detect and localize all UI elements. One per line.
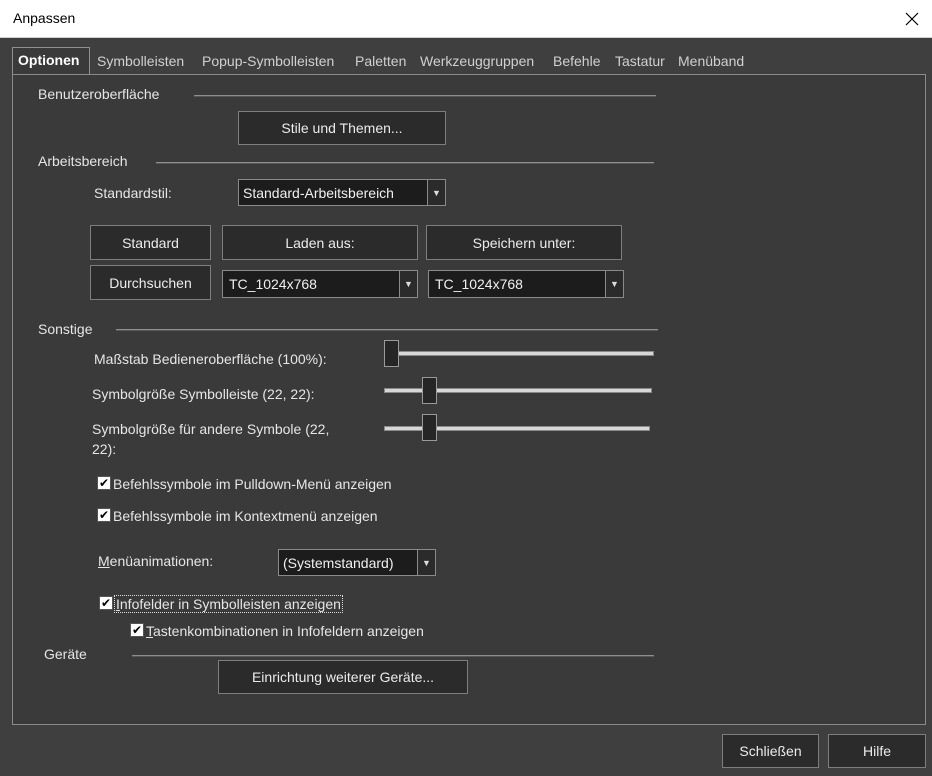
other-icon-size-label-line1: Symbolgröße für andere Symbole (22, xyxy=(92,421,330,437)
tab-befehle[interactable]: Befehle xyxy=(553,52,600,74)
section-label-workspace: Arbeitsbereich xyxy=(38,153,128,169)
chevron-down-icon[interactable]: ▼ xyxy=(417,550,435,575)
close-button[interactable] xyxy=(892,0,932,38)
load-from-button[interactable]: Laden aus: xyxy=(222,225,418,260)
load-from-select[interactable]: TC_1024x768 ▼ xyxy=(222,270,418,298)
section-label-misc: Sonstige xyxy=(38,321,93,337)
tooltips-checkbox[interactable]: ✔ xyxy=(99,596,113,610)
pulldown-icons-checkbox[interactable]: ✔ xyxy=(97,476,111,490)
window-title: Anpassen xyxy=(13,10,76,26)
tab-popup-symbolleisten[interactable]: Popup-Symbolleisten xyxy=(202,52,334,74)
tab-tastatur[interactable]: Tastatur xyxy=(615,52,665,74)
load-from-value: TC_1024x768 xyxy=(229,276,317,292)
pulldown-icons-label: Befehlssymbole im Pulldown-Menü anzeigen xyxy=(113,476,392,492)
save-as-select[interactable]: TC_1024x768 ▼ xyxy=(428,270,624,298)
save-as-value: TC_1024x768 xyxy=(435,276,523,292)
menu-animations-label: Menüanimationen: xyxy=(98,553,214,569)
other-icon-slider-thumb[interactable] xyxy=(421,414,437,441)
scale-label: Maßstab Bedieneroberfläche (100%): xyxy=(94,351,327,367)
toolbar-icon-size-label: Symbolgröße Symbolleiste (22, 22): xyxy=(92,386,315,402)
context-icons-checkbox[interactable]: ✔ xyxy=(97,508,111,522)
default-style-value: Standard-Arbeitsbereich xyxy=(243,184,394,201)
help-button[interactable]: Hilfe xyxy=(828,734,926,768)
default-style-label: Standardstil: xyxy=(94,185,172,201)
shortcuts-checkbox[interactable]: ✔ xyxy=(130,623,144,637)
tooltips-label: Infofelder in Symbolleisten anzeigen xyxy=(114,595,343,613)
standard-button[interactable]: Standard xyxy=(90,225,211,260)
device-setup-button[interactable]: Einrichtung weiterer Geräte... xyxy=(218,660,468,694)
styles-themes-button[interactable]: Stile und Themen... xyxy=(238,111,446,145)
context-icons-label: Befehlssymbole im Kontextmenü anzeigen xyxy=(113,508,378,524)
close-icon xyxy=(905,12,919,26)
save-as-button[interactable]: Speichern unter: xyxy=(426,225,622,260)
separator xyxy=(156,162,654,164)
default-style-select[interactable]: Standard-Arbeitsbereich ▼ xyxy=(238,179,446,206)
title-bar xyxy=(0,0,932,38)
tab-menueband[interactable]: Menüband xyxy=(678,52,744,74)
separator xyxy=(194,95,656,97)
browse-button[interactable]: Durchsuchen xyxy=(90,265,211,300)
menu-animations-select[interactable]: (Systemstandard) ▼ xyxy=(278,549,436,576)
tab-werkzeuggruppen[interactable]: Werkzeuggruppen xyxy=(420,52,534,74)
section-label-ui: Benutzeroberfläche xyxy=(38,86,160,102)
chevron-down-icon[interactable]: ▼ xyxy=(399,271,417,297)
shortcuts-label: Tastenkombinationen in Infofeldern anzei… xyxy=(146,623,424,639)
toolbar-icon-slider-thumb[interactable] xyxy=(421,377,437,404)
separator xyxy=(116,329,658,331)
menu-animations-value: (Systemstandard) xyxy=(283,554,394,571)
chevron-down-icon[interactable]: ▼ xyxy=(605,271,623,297)
tab-symbolleisten[interactable]: Symbolleisten xyxy=(97,52,184,74)
tab-paletten[interactable]: Paletten xyxy=(355,52,406,74)
scale-slider-thumb[interactable] xyxy=(384,340,399,367)
close-dialog-button[interactable]: Schließen xyxy=(722,734,819,768)
section-label-devices: Geräte xyxy=(44,646,87,662)
tab-optionen[interactable]: Optionen xyxy=(12,47,90,75)
other-icon-size-label-line2: 22): xyxy=(92,441,117,457)
separator xyxy=(132,655,654,657)
chevron-down-icon[interactable]: ▼ xyxy=(427,180,445,205)
scale-slider-track[interactable] xyxy=(384,351,654,356)
